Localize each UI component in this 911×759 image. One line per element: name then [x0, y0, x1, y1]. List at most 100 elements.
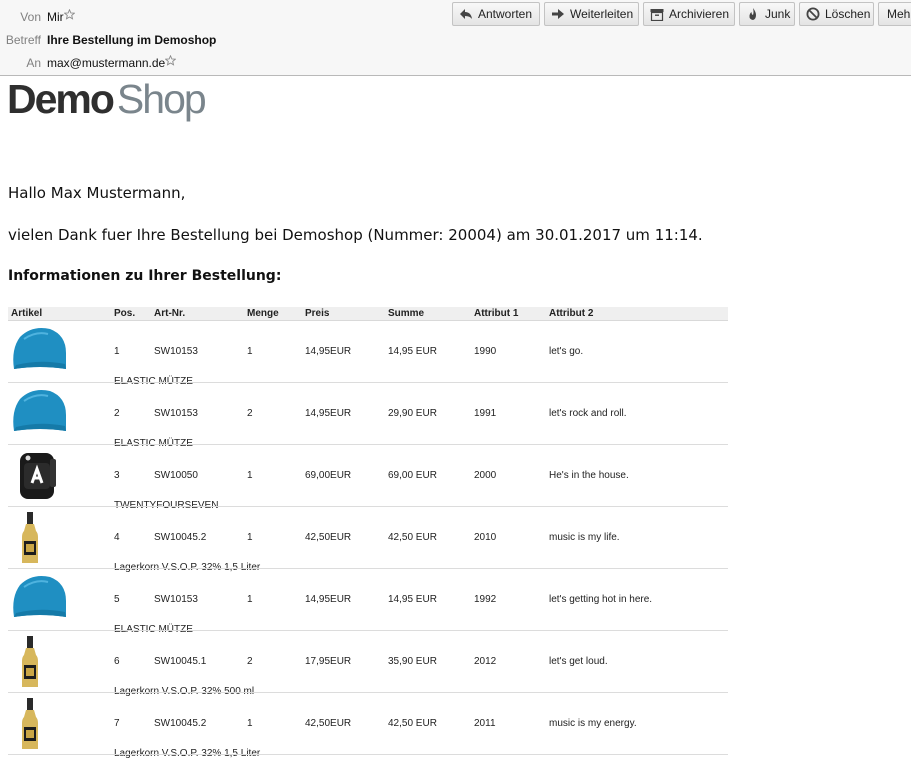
forward-button[interactable]: Weiterleiten — [544, 2, 639, 26]
to-row: An max@mustermann.de — [0, 53, 177, 73]
cell-summe: 14,95 EUR — [388, 346, 437, 357]
table-row: 3 SW10050 1 69,00EUR 69,00 EUR 2000 He's in th… — [8, 445, 728, 511]
logo-part-shop: Shop — [116, 76, 207, 122]
cell-pos: 5 — [114, 594, 120, 605]
cell-preis: 17,95EUR — [305, 656, 352, 667]
table-row: 2 SW10153 2 14,95EUR 29,90 EUR 1991 let's rock… — [8, 383, 728, 449]
cell-summe: 69,00 EUR — [388, 470, 437, 481]
from-value[interactable]: Mir — [47, 10, 64, 24]
cell-summe: 14,95 EUR — [388, 594, 437, 605]
order-table-header: Artikel Pos. Art-Nr. Menge Preis Summe A… — [8, 307, 728, 321]
reply-arrow-icon — [458, 6, 474, 22]
cell-preis: 14,95EUR — [305, 408, 352, 419]
cell-attribut2: let's getting hot in here. — [549, 594, 653, 605]
reply-label: Antworten — [478, 7, 533, 21]
cell-attribut2: He's in the house. — [549, 470, 629, 481]
cell-menge: 1 — [247, 718, 253, 729]
table-row: 4 SW10045.2 1 42,50EUR 42,50 EUR 2010 music is… — [8, 507, 728, 573]
cell-menge: 2 — [247, 408, 253, 419]
row-divider — [8, 754, 728, 755]
cell-menge: 1 — [247, 346, 253, 357]
cell-attribut1: 1992 — [474, 594, 497, 605]
cell-pos: 2 — [114, 408, 120, 419]
cell-attribut1: 2010 — [474, 532, 497, 543]
cell-attribut1: 2011 — [474, 718, 496, 729]
bottle-product-image[interactable] — [10, 697, 74, 753]
to-label: An — [26, 56, 41, 70]
col-header-attribut1: Attribut 1 — [474, 308, 519, 319]
table-row: 6 SW10045.1 2 17,95EUR 35,90 EUR 2012 let's ge… — [8, 631, 728, 697]
cell-pos: 3 — [114, 470, 120, 481]
cell-artnr: SW10045.2 — [154, 532, 207, 543]
subject-value: Ihre Bestellung im Demoshop — [47, 33, 217, 47]
archive-label: Archivieren — [669, 7, 730, 21]
subject-label: Betreff — [5, 33, 41, 47]
cell-artnr: SW10050 — [154, 470, 198, 481]
cell-preis: 42,50EUR — [305, 718, 352, 729]
cell-menge: 1 — [247, 470, 253, 481]
junk-button[interactable]: Junk — [739, 2, 795, 26]
cell-artnr: SW10153 — [154, 346, 198, 357]
col-header-preis: Preis — [305, 308, 330, 319]
cell-pos: 1 — [114, 346, 120, 357]
cell-attribut2: music is my energy. — [549, 718, 637, 729]
cell-artnr: SW10153 — [154, 408, 198, 419]
cell-attribut2: let's go. — [549, 346, 584, 357]
cell-preis: 14,95EUR — [305, 594, 352, 605]
intro-text: vielen Dank fuer Ihre Bestellung bei Dem… — [8, 226, 703, 244]
forward-arrow-icon — [550, 6, 566, 22]
greeting-text: Hallo Max Mustermann, — [8, 184, 186, 202]
cell-summe: 35,90 EUR — [388, 656, 437, 667]
cell-artnr: SW10045.1 — [154, 656, 207, 667]
col-header-summe: Summe — [388, 308, 425, 319]
star-icon[interactable] — [165, 54, 177, 66]
table-row: 5 SW10153 1 14,95EUR 14,95 EUR 1992 let's gett… — [8, 569, 728, 635]
logo-part-demo: Demo — [7, 76, 115, 122]
cell-summe: 29,90 EUR — [388, 408, 437, 419]
cell-attribut2: music is my life. — [549, 532, 620, 543]
cell-menge: 2 — [247, 656, 253, 667]
cell-preis: 42,50EUR — [305, 532, 352, 543]
from-label: Von — [20, 10, 41, 24]
order-info-heading: Informationen zu Ihrer Bestellung: — [8, 268, 282, 284]
cell-preis: 14,95EUR — [305, 346, 352, 357]
cell-attribut1: 2000 — [474, 470, 497, 481]
cell-pos: 4 — [114, 532, 120, 543]
cell-attribut1: 2012 — [474, 656, 497, 667]
cell-artnr: SW10153 — [154, 594, 198, 605]
delete-button[interactable]: Löschen — [799, 2, 874, 26]
col-header-artnr: Art-Nr. — [154, 308, 186, 319]
cell-summe: 42,50 EUR — [388, 532, 437, 543]
delete-prohibited-icon — [805, 6, 821, 22]
bottle-product-image[interactable] — [10, 635, 74, 691]
demoshop-logo: DemoShop — [7, 76, 207, 122]
cell-pos: 7 — [114, 718, 120, 729]
cell-summe: 42,50 EUR — [388, 718, 437, 729]
junk-label: Junk — [765, 7, 791, 21]
to-value[interactable]: max@mustermann.de — [47, 56, 165, 70]
col-header-attribut2: Attribut 2 — [549, 308, 594, 319]
archive-box-icon — [649, 6, 665, 22]
cell-attribut2: let's get loud. — [549, 656, 608, 667]
star-icon[interactable] — [63, 8, 75, 20]
cell-menge: 1 — [247, 532, 253, 543]
cell-artnr: SW10045.2 — [154, 718, 207, 729]
subject-row: Betreff Ihre Bestellung im Demoshop — [0, 30, 217, 50]
col-header-pos: Pos. — [114, 308, 136, 319]
junk-fire-icon — [745, 6, 761, 22]
backpack-product-image[interactable] — [10, 449, 74, 505]
beanie-product-image[interactable] — [10, 573, 74, 629]
reply-button[interactable]: Antworten — [452, 2, 540, 26]
cell-preis: 69,00EUR — [305, 470, 352, 481]
cell-pos: 6 — [114, 656, 120, 667]
archive-button[interactable]: Archivieren — [643, 2, 735, 26]
more-button[interactable]: Mehr — [878, 2, 911, 26]
beanie-product-image[interactable] — [10, 325, 74, 381]
bottle-product-image[interactable] — [10, 511, 74, 567]
more-label: Mehr — [887, 7, 911, 21]
beanie-product-image[interactable] — [10, 387, 74, 443]
table-row: 1SW10153114,95EUR14,95 EUR1990let's go.E… — [8, 321, 728, 387]
from-row: Von Mir — [0, 7, 75, 27]
col-header-artikel: Artikel — [11, 308, 43, 319]
col-header-menge: Menge — [247, 308, 279, 319]
